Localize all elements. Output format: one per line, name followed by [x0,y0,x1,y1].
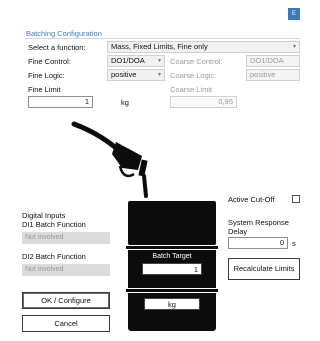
batch-target-label: Batch Target [152,253,192,260]
chevron-down-icon: ▾ [157,58,161,64]
fine-logic-label: Fine Logic: [28,71,65,80]
chevron-down-icon: ▾ [157,72,161,78]
ok-configure-button[interactable]: OK / Configure [22,292,110,309]
fine-logic-select[interactable]: positive ▾ [107,69,165,81]
fine-control-value: DO1/DOA [111,56,145,65]
function-select-label: Select a function: [28,43,86,52]
active-cutoff-label: Active Cut-Off [228,195,275,204]
fine-limit-label: Fine Limit [28,85,61,94]
fine-limit-input[interactable]: 1 [28,96,93,108]
coarse-control-select: DO1/DOA [246,55,300,67]
batch-target-input[interactable]: 1 [142,263,202,275]
function-select[interactable]: Mass, Fixed Limits, Fine only ▾ [107,41,300,53]
window-corner-badge: E [288,8,300,20]
tank-middle: Batch Target 1 [128,250,216,288]
active-cutoff-checkbox[interactable] [292,195,300,203]
tank-band [126,246,218,249]
title-divider [25,38,300,39]
coarse-control-value: DO1/DOA [250,56,284,65]
di2-batch-function-label: DI2 Batch Function [22,252,86,261]
coarse-limit-label: Coarse Limit [170,85,213,94]
digital-inputs-heading: Digital Inputs [22,211,66,220]
response-delay-label: System Response [228,218,289,227]
tank-band [126,289,218,292]
tank-bottom: kg [128,293,216,331]
fine-control-label: Fine Control: [28,57,71,66]
fine-logic-value: positive [111,70,137,79]
fine-control-select[interactable]: DO1/DOA ▾ [107,55,165,67]
di1-batch-function-label: DI1 Batch Function [22,220,86,229]
response-delay-unit: s [292,239,296,248]
coarse-limit-input: 0,95 [170,96,237,108]
coarse-logic-select: positive [246,69,300,81]
window-title: Batching Configuration [26,29,102,38]
tank-top [128,201,216,245]
coarse-control-label: Coarse Control: [170,57,223,66]
di1-batch-function-field: Not involved [22,232,110,244]
batch-unit-box: kg [144,298,200,310]
response-delay-label-2: Delay [228,227,248,236]
fuel-nozzle-icon [71,121,148,198]
fine-limit-unit: kg [121,98,129,107]
coarse-logic-value: positive [250,70,276,79]
cancel-button[interactable]: Cancel [22,315,110,332]
di2-batch-function-field: Not involved [22,264,110,276]
chevron-down-icon: ▾ [292,44,296,50]
recalculate-limits-button[interactable]: Recalculate Limits [228,258,300,280]
function-select-value: Mass, Fixed Limits, Fine only [111,42,208,51]
coarse-logic-label: Coarse Logic: [170,71,217,80]
response-delay-input[interactable]: 0 [228,237,288,249]
